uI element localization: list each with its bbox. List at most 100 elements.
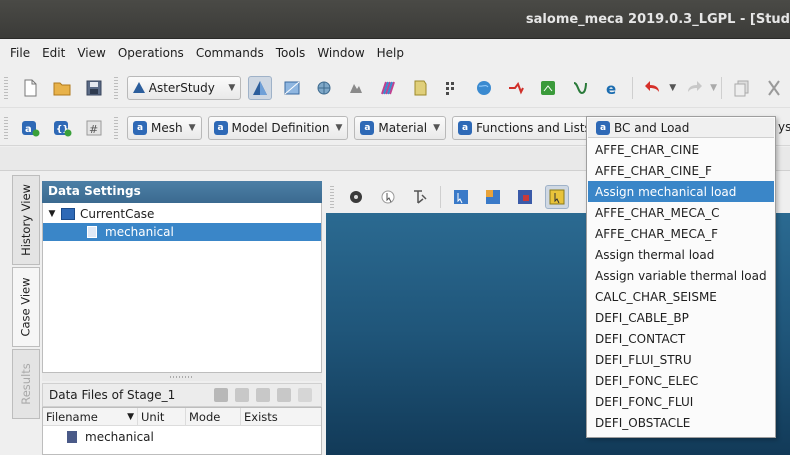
add-file-icon[interactable] — [214, 388, 228, 402]
material-label: Material — [378, 120, 428, 135]
add-text-stage-icon[interactable]: {} — [50, 116, 74, 140]
data-settings-header: Data Settings — [42, 181, 322, 203]
menu-item-affe-char-meca-c[interactable]: AFFE_CHAR_MECA_C — [588, 202, 774, 223]
tab-case-view[interactable]: Case View — [12, 267, 40, 347]
mesh-menu-label: Mesh — [151, 120, 183, 135]
bc-load-dropdown: a BC and Load AFFE_CHAR_CINE AFFE_CHAR_C… — [586, 116, 776, 438]
column-header-exists[interactable]: Exists — [241, 408, 321, 426]
geometry-icon[interactable] — [280, 76, 304, 100]
refresh-icon[interactable] — [298, 388, 312, 402]
select-cells-icon[interactable] — [449, 185, 473, 209]
paravis-icon[interactable] — [344, 76, 368, 100]
chevron-down-icon[interactable]: ▼ — [710, 83, 717, 93]
select-points-icon[interactable] — [481, 185, 505, 209]
select-frustum-icon[interactable] — [545, 185, 569, 209]
column-header-unit[interactable]: Unit — [138, 408, 186, 426]
copy-icon[interactable] — [730, 76, 754, 100]
analysis-menu-label-partial[interactable]: ysi — [778, 120, 790, 134]
undo-icon[interactable] — [641, 76, 665, 100]
dump-view-icon[interactable] — [344, 185, 368, 209]
model-definition-label: Model Definition — [231, 120, 330, 135]
globe-icon[interactable] — [472, 76, 496, 100]
dropdown-header[interactable]: a BC and Load — [588, 118, 774, 138]
menu-item-affe-char-meca-f[interactable]: AFFE_CHAR_MECA_F — [588, 223, 774, 244]
tab-results[interactable]: Results — [12, 349, 40, 419]
select-blocks-icon[interactable] — [513, 185, 537, 209]
add-stage-icon[interactable]: a — [18, 116, 42, 140]
tree-row-stage[interactable]: mechanical — [43, 223, 321, 241]
toolbar-grip[interactable] — [113, 76, 118, 99]
menu-operations[interactable]: Operations — [112, 46, 190, 60]
case-icon — [61, 208, 75, 220]
menu-item-assign-mechanical-load[interactable]: Assign mechanical load — [588, 181, 774, 202]
category-icon: a — [458, 120, 473, 135]
category-icon: a — [596, 120, 610, 135]
menu-item-defi-fonc-flui[interactable]: DEFI_FONC_FLUI — [588, 391, 774, 412]
module-combo[interactable]: AsterStudy ▼ — [126, 75, 242, 100]
stage-icon — [87, 226, 97, 238]
table-row[interactable]: mechanical — [43, 428, 321, 446]
flow-icon[interactable] — [568, 76, 592, 100]
new-document-icon[interactable] — [18, 76, 42, 100]
menu-item-defi-cable-bp[interactable]: DEFI_CABLE_BP — [588, 307, 774, 328]
data-settings-tree[interactable]: ▼ CurrentCase mechanical — [42, 203, 322, 373]
toolbar-grip[interactable] — [330, 186, 334, 208]
menu-item-assign-thermal-load[interactable]: Assign thermal load — [588, 244, 774, 265]
main-toolbar: AsterStudy ▼ e ▼ ▼ — [0, 68, 790, 108]
category-icon: a — [360, 120, 375, 135]
open-file-icon[interactable] — [277, 388, 291, 402]
tab-history-view[interactable]: History View — [12, 175, 40, 265]
data-files-actions — [213, 388, 321, 402]
mesh-module-icon[interactable] — [312, 76, 336, 100]
interaction-style-icon[interactable] — [408, 185, 432, 209]
menu-item-defi-fonc-elec[interactable]: DEFI_FONC_ELEC — [588, 370, 774, 391]
menu-item-assign-variable-thermal-load[interactable]: Assign variable thermal load — [588, 265, 774, 286]
column-header-filename[interactable]: Filename ▼ — [43, 408, 138, 426]
e-module-icon[interactable]: e — [600, 76, 624, 100]
redo-icon[interactable] — [682, 76, 706, 100]
toolbar-grip[interactable] — [4, 116, 8, 139]
chevron-down-icon[interactable]: ▼ — [43, 209, 61, 219]
menu-window[interactable]: Window — [311, 46, 370, 60]
column-header-mode[interactable]: Mode — [186, 408, 241, 426]
dots-grid-icon[interactable] — [440, 76, 464, 100]
data-files-header: Data Files of Stage_1 — [42, 383, 322, 407]
menu-view[interactable]: View — [71, 46, 111, 60]
menu-edit[interactable]: Edit — [36, 46, 71, 60]
chevron-down-icon[interactable]: ▼ — [669, 83, 676, 93]
menu-bar: File Edit View Operations Commands Tools… — [0, 40, 790, 66]
notebook-icon[interactable] — [408, 76, 432, 100]
toolbar-grip[interactable] — [4, 76, 8, 99]
mesh-menu-button[interactable]: a Mesh ▼ — [127, 115, 202, 140]
menu-item-affe-char-cine[interactable]: AFFE_CHAR_CINE — [588, 139, 774, 160]
connector-icon[interactable] — [504, 76, 528, 100]
cut-icon[interactable] — [762, 76, 786, 100]
save-icon[interactable] — [82, 76, 106, 100]
selection-mode-icon[interactable] — [376, 185, 400, 209]
tree-row-case[interactable]: ▼ CurrentCase — [43, 205, 321, 223]
panel-splitter[interactable] — [42, 373, 322, 381]
svg-text:a: a — [25, 124, 32, 135]
sort-arrow-icon: ▼ — [127, 411, 134, 422]
separator — [721, 76, 723, 99]
remove-file-icon[interactable] — [256, 388, 270, 402]
gauge-icon[interactable] — [536, 76, 560, 100]
hash-icon[interactable]: # — [82, 116, 106, 140]
menu-item-defi-obstacle[interactable]: DEFI_OBSTACLE — [588, 412, 774, 433]
menu-help[interactable]: Help — [371, 46, 410, 60]
menu-item-affe-char-cine-f[interactable]: AFFE_CHAR_CINE_F — [588, 160, 774, 181]
asterstudy-module-icon[interactable] — [248, 75, 273, 100]
menu-item-defi-contact[interactable]: DEFI_CONTACT — [588, 328, 774, 349]
open-folder-icon[interactable] — [50, 76, 74, 100]
material-menu-button[interactable]: a Material ▼ — [354, 115, 447, 140]
edit-file-icon[interactable] — [235, 388, 249, 402]
menu-commands[interactable]: Commands — [190, 46, 270, 60]
module-combo-label: AsterStudy — [148, 80, 215, 95]
menu-item-defi-flui-stru[interactable]: DEFI_FLUI_STRU — [588, 349, 774, 370]
model-definition-menu-button[interactable]: a Model Definition ▼ — [207, 115, 349, 140]
menu-tools[interactable]: Tools — [270, 46, 312, 60]
stripes-icon[interactable] — [376, 76, 400, 100]
menu-file[interactable]: File — [4, 46, 36, 60]
menu-item-calc-char-seisme[interactable]: CALC_CHAR_SEISME — [588, 286, 774, 307]
toolbar-grip[interactable] — [114, 116, 118, 139]
